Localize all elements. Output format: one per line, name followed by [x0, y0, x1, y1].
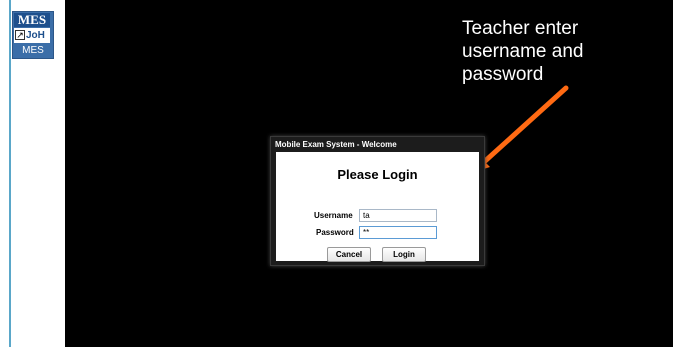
- dialog-body: Please Login Username Password Cancel Lo…: [276, 152, 479, 262]
- cancel-button[interactable]: Cancel: [327, 247, 371, 262]
- dialog-title: Mobile Exam System - Welcome: [275, 140, 397, 149]
- username-input[interactable]: [359, 209, 437, 222]
- password-label: Password: [316, 228, 354, 237]
- username-label: Username: [314, 211, 353, 220]
- login-heading: Please Login: [337, 167, 418, 182]
- password-input[interactable]: [359, 226, 437, 239]
- login-button[interactable]: Login: [382, 247, 426, 262]
- login-dialog: Mobile Exam System - Welcome Please Logi…: [270, 136, 485, 266]
